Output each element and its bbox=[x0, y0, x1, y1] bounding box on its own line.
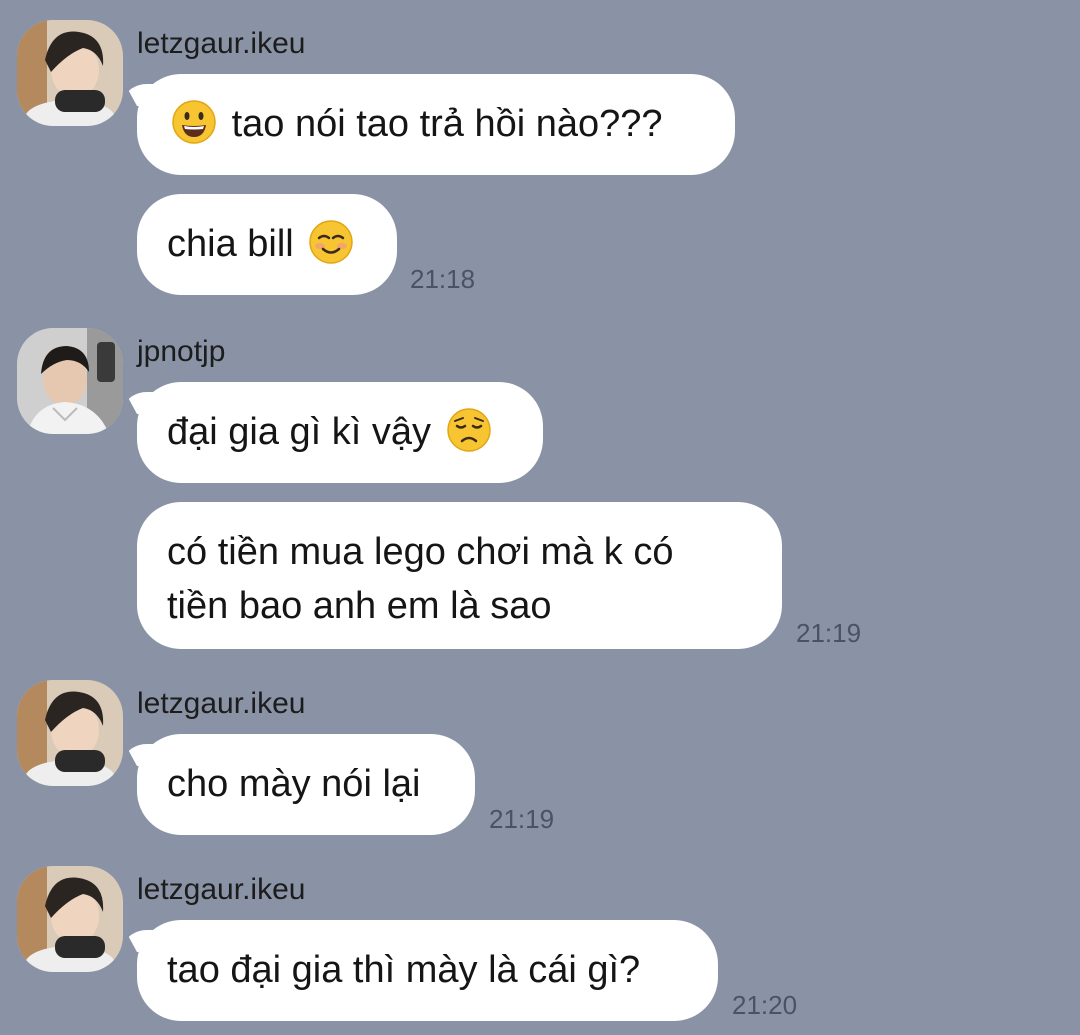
message-bubble[interactable]: đại gia gì kì vậy bbox=[137, 382, 543, 483]
sender-name[interactable]: letzgaur.ikeu bbox=[137, 872, 305, 908]
chat-thread: letzgaur.ikeu tao nói tao trả hồi nào???… bbox=[0, 0, 1080, 1035]
message-timestamp: 21:19 bbox=[489, 804, 555, 834]
disappointed-face-emoji-icon bbox=[446, 408, 491, 452]
avatar-photo bbox=[17, 20, 123, 126]
avatar-letzgaur[interactable] bbox=[17, 20, 123, 126]
smiling-face-emoji-icon bbox=[309, 220, 354, 264]
avatar-photo bbox=[17, 866, 123, 972]
sender-name[interactable]: letzgaur.ikeu bbox=[137, 26, 305, 62]
avatar-jpnotjp[interactable] bbox=[17, 328, 123, 434]
sender-name[interactable]: jpnotjp bbox=[137, 334, 225, 370]
avatar-letzgaur[interactable] bbox=[17, 680, 123, 786]
avatar-photo bbox=[17, 680, 123, 786]
message-text: cho mày nói lại bbox=[167, 763, 421, 805]
message-text: tao đại gia thì mày là cái gì? bbox=[167, 949, 641, 991]
message-text-line: có tiền mua lego chơi mà k có bbox=[167, 531, 674, 573]
avatar-letzgaur[interactable] bbox=[17, 866, 123, 972]
message-text: chia bill bbox=[167, 223, 294, 265]
message-bubble[interactable]: cho mày nói lại bbox=[137, 734, 475, 835]
message-timestamp: 21:18 bbox=[410, 264, 476, 294]
message-text: đại gia gì kì vậy bbox=[167, 411, 432, 453]
avatar-photo bbox=[17, 328, 123, 434]
message-bubble[interactable]: tao đại gia thì mày là cái gì? bbox=[137, 920, 718, 1021]
message-bubble[interactable]: chia bill bbox=[137, 194, 397, 295]
message-text-line: tiền bao anh em là sao bbox=[167, 585, 552, 627]
message-text: tao nói tao trả hồi nào??? bbox=[231, 103, 663, 145]
grinning-face-emoji-icon bbox=[172, 100, 216, 144]
sender-name[interactable]: letzgaur.ikeu bbox=[137, 686, 305, 722]
message-timestamp: 21:20 bbox=[732, 990, 798, 1020]
message-bubble[interactable]: tao nói tao trả hồi nào??? bbox=[137, 74, 735, 175]
message-bubble[interactable]: có tiền mua lego chơi mà k có tiền bao a… bbox=[137, 502, 782, 649]
message-timestamp: 21:19 bbox=[796, 618, 862, 648]
